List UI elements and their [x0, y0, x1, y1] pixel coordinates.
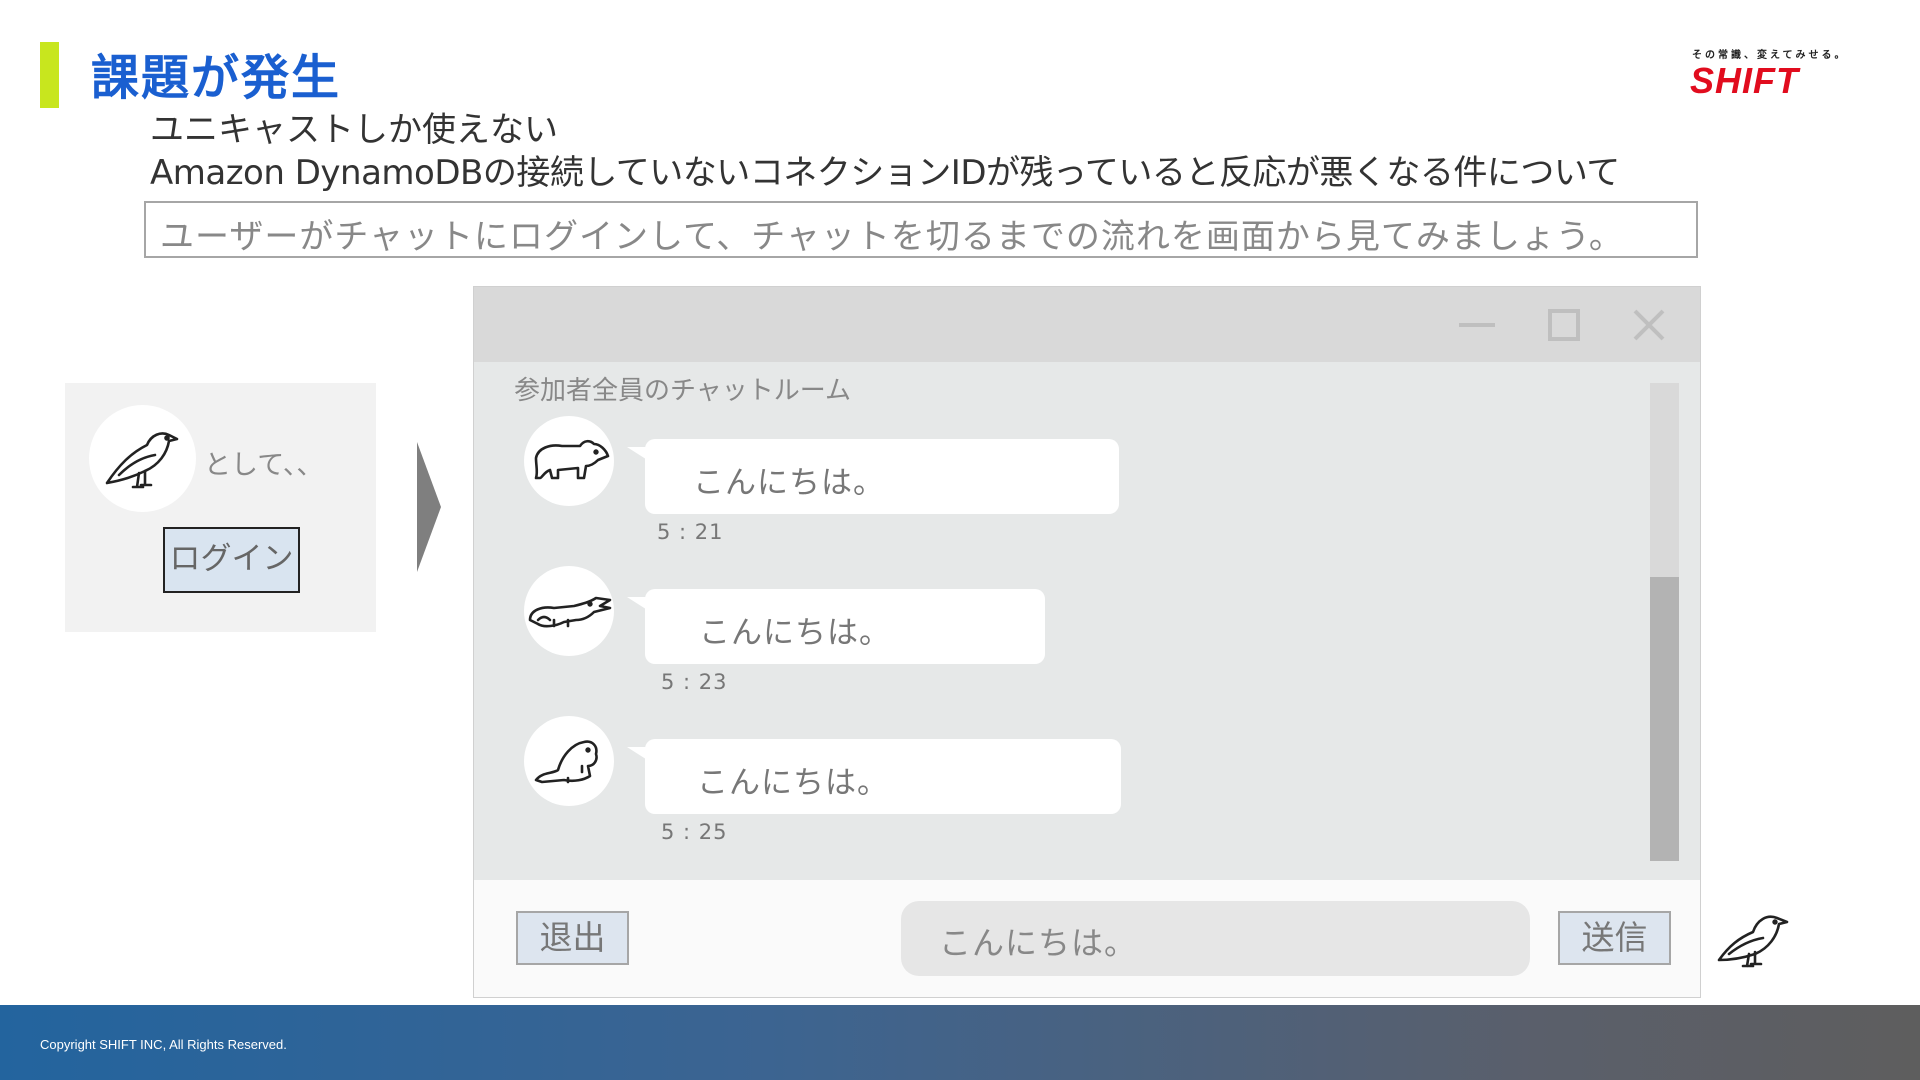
message-time: 5 : 23	[661, 670, 728, 694]
bird-icon	[105, 432, 179, 489]
send-button[interactable]: 送信	[1558, 911, 1671, 965]
subtitle-line-1: ユニキャストしか使えない	[150, 110, 558, 150]
minimize-icon[interactable]	[1457, 305, 1497, 345]
login-caption: として、、	[204, 450, 324, 481]
note-box: ユーザーがチャットにログインして、チャットを切るまでの流れを画面から見てみましょ…	[144, 201, 1698, 258]
sender-avatar	[1715, 904, 1795, 970]
exit-button[interactable]: 退出	[516, 911, 629, 965]
maximize-icon[interactable]	[1544, 305, 1584, 345]
crocodile-icon	[528, 596, 612, 628]
message-bubble: こんにちは。	[645, 439, 1119, 514]
message-avatar	[524, 716, 614, 806]
subtitle-line-2: Amazon DynamoDBの接続していないコネクションIDが残っていると反応…	[150, 153, 1620, 193]
chat-message-area: 参加者全員のチャットルーム こんにちは。 5 : 21 こんにちは。 5: 2…	[474, 362, 1700, 880]
copyright-text: Copyright SHIFT INC, All Rights Reserved…	[40, 1037, 287, 1052]
note-text: ユーザーがチャットにログインして、チャットを切るまでの流れを画面から見てみましょ…	[160, 217, 1624, 257]
flow-arrow	[417, 442, 441, 572]
login-button[interactable]: ログイン	[163, 527, 300, 593]
scrollbar-thumb[interactable]	[1650, 577, 1679, 861]
login-panel: として、、 ログイン	[65, 383, 376, 632]
title-accent-bar	[40, 42, 59, 108]
beaver-icon	[534, 740, 598, 784]
window-titlebar	[474, 287, 1700, 362]
message-text: こんにちは。	[697, 765, 889, 801]
chat-message: こんにちは。 5 : 23	[474, 566, 1174, 706]
chat-message: こんにちは。 5 : 25	[474, 716, 1174, 856]
slide-title: 課題が発生	[91, 50, 342, 106]
shift-logo: その常識、変えてみせる。 SHIFT	[1690, 46, 1845, 106]
message-input-value: こんにちは。	[939, 924, 1138, 962]
chat-room-title: 参加者全員のチャットルーム	[514, 376, 851, 406]
chat-message: こんにちは。 5 : 21	[474, 416, 1174, 556]
bird-icon	[1717, 915, 1789, 968]
message-text: こんにちは。	[699, 615, 891, 651]
message-avatar	[524, 566, 614, 656]
footer-bar: Copyright SHIFT INC, All Rights Reserved…	[0, 1005, 1920, 1080]
chat-window: 参加者全員のチャットルーム こんにちは。 5 : 21 こんにちは。 5: 2…	[473, 286, 1701, 998]
message-text: こんにちは。	[693, 465, 885, 501]
chat-scrollbar[interactable]	[1650, 383, 1679, 861]
chat-input-bar: 退出 こんにちは。 送信	[474, 880, 1700, 997]
bear-icon	[534, 439, 610, 480]
message-time: 5 : 25	[661, 820, 728, 844]
close-icon[interactable]	[1629, 305, 1669, 345]
message-avatar	[524, 416, 614, 506]
message-input[interactable]: こんにちは。	[901, 901, 1530, 976]
brand-tagline: その常識、変えてみせる。	[1692, 50, 1848, 61]
login-avatar	[89, 405, 196, 512]
brand-logo-text: SHIFT	[1690, 60, 1799, 101]
message-bubble: こんにちは。	[645, 589, 1045, 664]
message-bubble: こんにちは。	[645, 739, 1121, 814]
message-time: 5 : 21	[657, 520, 724, 544]
